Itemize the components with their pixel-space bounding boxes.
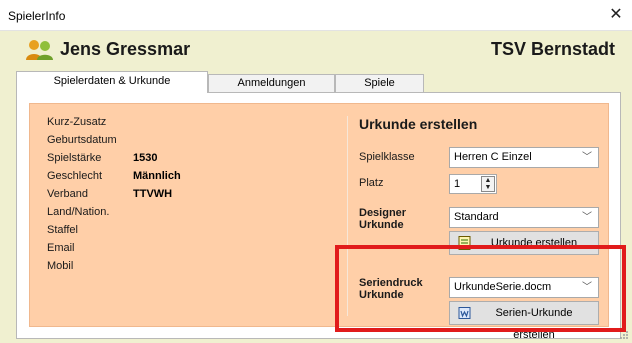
tab-anmeldungen[interactable]: Anmeldungen: [208, 74, 335, 92]
window-title: SpielerInfo: [8, 9, 66, 23]
platz-label: Platz: [359, 177, 384, 189]
player-name: Jens Gressmar: [60, 39, 191, 59]
staffel-label: Staffel: [47, 224, 78, 236]
platz-value: 1: [454, 178, 461, 190]
geburtsdatum-label: Geburtsdatum: [47, 134, 117, 146]
designer-label-1: Designer: [359, 207, 407, 219]
mobil-label: Mobil: [47, 260, 74, 272]
player-header: Jens Gressmar TSV Bernstadt: [0, 31, 632, 71]
geschlecht-label: Geschlecht: [47, 170, 103, 182]
club-name: TSV Bernstadt: [490, 39, 615, 59]
verband-label: Verband: [47, 188, 88, 200]
tab-spielerdaten[interactable]: Spielerdaten & Urkunde: [16, 71, 208, 93]
land-nation-label: Land/Nation.: [47, 206, 110, 218]
users-icon: [26, 40, 53, 60]
chevron-down-icon: ﹀: [582, 152, 592, 163]
designer-select[interactable]: Standard ﹀: [449, 207, 599, 228]
tab-spiele[interactable]: Spiele: [335, 74, 424, 92]
designer-value: Standard: [454, 211, 499, 223]
platz-stepper[interactable]: 1 ▲ ▼: [449, 174, 497, 194]
designer-label-2: Urkunde: [359, 219, 404, 231]
spielstaerke-label: Spielstärke: [47, 152, 102, 164]
spielklasse-value: Herren C Einzel: [454, 151, 532, 163]
spielklasse-label: Spielklasse: [359, 151, 415, 163]
verband-value: TTVWH: [133, 188, 173, 200]
close-icon[interactable]: ✕: [604, 3, 628, 27]
spin-arrows-icon[interactable]: ▲ ▼: [481, 176, 495, 192]
spielstaerke-value: 1530: [133, 152, 158, 164]
highlight-box: [335, 245, 626, 332]
certificate-heading: Urkunde erstellen: [359, 116, 478, 132]
title-bar: SpielerInfo ✕: [0, 0, 632, 31]
geschlecht-value: Männlich: [133, 170, 181, 182]
spielklasse-select[interactable]: Herren C Einzel ﹀: [449, 147, 599, 168]
chevron-down-icon: ﹀: [582, 212, 592, 223]
kurz-zusatz-label: Kurz-Zusatz: [47, 116, 107, 128]
email-label: Email: [47, 242, 75, 254]
